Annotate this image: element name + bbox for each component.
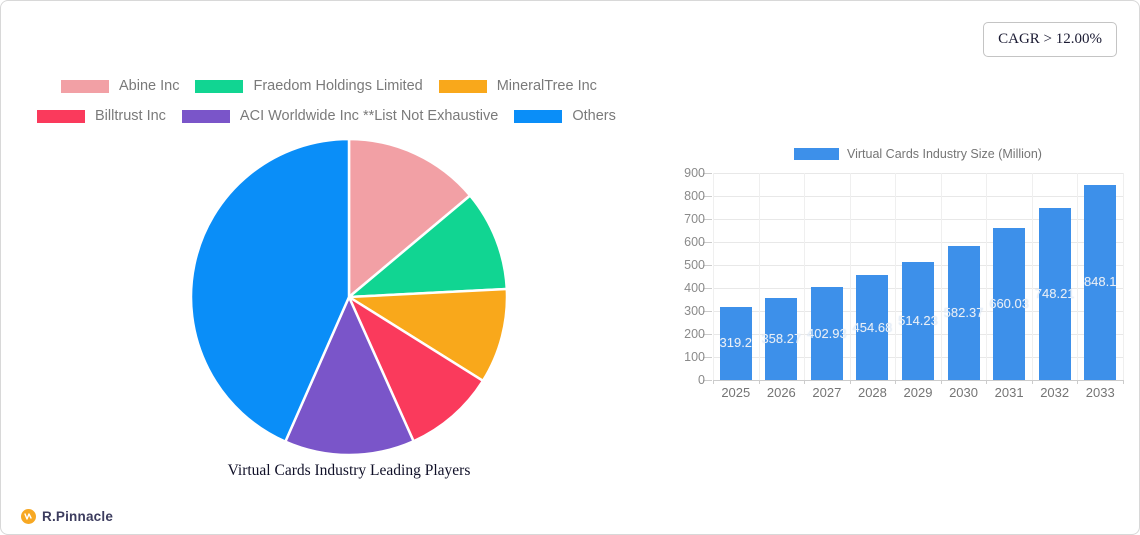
x-axis-label: 2032 <box>1040 385 1070 400</box>
v-gridline <box>849 173 851 380</box>
x-axis-label: 2026 <box>766 385 796 400</box>
x-axis-label: 2031 <box>994 385 1024 400</box>
legend-label: Others <box>572 108 616 124</box>
x-axis-tick <box>758 380 760 384</box>
legend-label: ACI Worldwide Inc **List Not Exhaustive <box>239 108 499 124</box>
y-axis-label: 700 <box>684 212 705 226</box>
report-card: CAGR > 12.00% Abine Inc Fraedom Holdings … <box>0 0 1140 535</box>
y-axis-label: 300 <box>684 304 705 318</box>
x-axis-tick <box>1123 380 1124 384</box>
v-gridline <box>1031 173 1033 380</box>
x-axis-label: 2025 <box>721 385 751 400</box>
legend-item-fraedom-holdings-limited: Fraedom Holdings Limited <box>195 78 423 94</box>
legend-swatch <box>438 79 487 93</box>
y-axis-label: 800 <box>684 189 705 203</box>
bar-value-label: 848.1 <box>1083 274 1117 290</box>
legend-label: Fraedom Holdings Limited <box>253 78 423 94</box>
h-gridline <box>713 173 1123 174</box>
legend-label: Billtrust Inc <box>95 108 166 124</box>
legend-swatch <box>37 109 85 123</box>
pie-legend-row-1: Abine Inc Fraedom Holdings Limited Mineral… <box>61 78 597 94</box>
legend-swatch <box>181 109 230 123</box>
legend-item-aci-worldwide-inc-list-not-exhaustive: ACI Worldwide Inc **List Not Exhaustive <box>181 108 499 124</box>
legend-item-abine-inc: Abine Inc <box>61 78 179 94</box>
x-axis-tick <box>940 380 942 384</box>
brand-icon <box>21 509 36 524</box>
cagr-badge: CAGR > 12.00% <box>983 22 1117 57</box>
legend-item-billtrust-inc: Billtrust Inc <box>37 108 166 124</box>
x-axis-tick <box>986 380 988 384</box>
x-axis-line <box>713 380 1123 381</box>
legend-item-mineraltree-inc: MineralTree Inc <box>438 78 597 94</box>
legend-label: Abine Inc <box>119 78 180 94</box>
pie-chart <box>189 137 509 457</box>
y-axis-label: 900 <box>684 166 705 180</box>
v-gridline <box>804 173 806 380</box>
y-axis-label: 100 <box>684 350 705 364</box>
bar-legend-label: Virtual Cards Industry Size (Million) <box>847 147 1042 161</box>
bar-legend-swatch <box>794 148 839 160</box>
x-axis-tick <box>849 380 851 384</box>
legend-swatch <box>195 79 244 93</box>
x-axis-tick <box>1031 380 1033 384</box>
pie-chart-title: Virtual Cards Industry Leading Players <box>227 462 471 479</box>
bar-chart-plot-area: 0 100 200 300 400 500 600 700 800 900 319.2 2025 358… <box>684 166 1124 400</box>
h-gridline <box>713 196 1123 197</box>
x-axis-label: 2030 <box>949 385 978 400</box>
x-axis-label: 2029 <box>903 385 933 400</box>
y-axis-label: 0 <box>698 373 705 387</box>
legend-label: MineralTree Inc <box>496 78 597 94</box>
legend-item-others: Others <box>514 108 616 124</box>
legend-swatch <box>514 109 563 123</box>
bar-chart-legend: Virtual Cards Industry Size (Million) <box>713 147 1123 161</box>
pie-legend-row-2: Billtrust Inc ACI Worldwide Inc **List No… <box>37 108 616 124</box>
x-axis-tick <box>1077 380 1079 384</box>
x-axis-tick <box>804 380 806 384</box>
x-axis-label: 2033 <box>1085 385 1115 400</box>
legend-swatch <box>61 79 109 93</box>
x-axis-label: 2027 <box>812 385 842 400</box>
x-axis-label: 2028 <box>857 385 887 400</box>
y-axis-label: 400 <box>684 281 705 295</box>
v-gridline <box>940 173 942 380</box>
y-axis-label: 600 <box>684 235 705 249</box>
x-axis-tick <box>713 380 714 384</box>
v-gridline <box>895 173 897 380</box>
brand-logo: R.Pinnacle <box>21 509 113 524</box>
brand-name: R.Pinnacle <box>42 509 114 524</box>
x-axis-tick <box>895 380 897 384</box>
v-gridline <box>986 173 988 380</box>
y-axis-label: 500 <box>684 258 705 272</box>
